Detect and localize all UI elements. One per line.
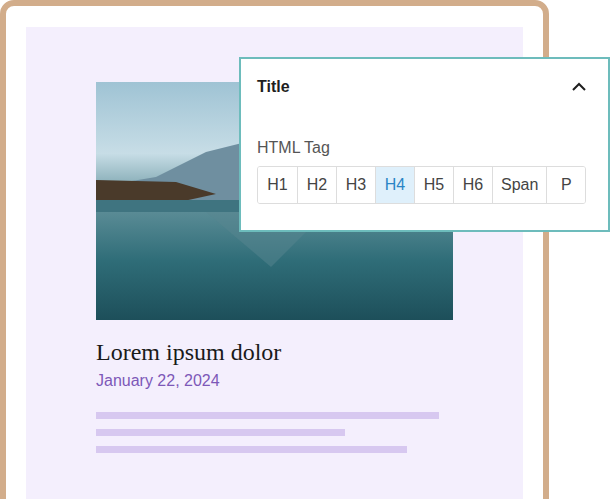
panel-title: Title	[257, 78, 290, 96]
tag-option[interactable]: H3	[336, 167, 375, 203]
tag-option[interactable]: H1	[258, 167, 297, 203]
settings-panel: Title HTML Tag H1H2H3H4H5H6SpanP	[239, 57, 610, 232]
post-title: Lorem ipsum dolor	[96, 337, 453, 367]
tag-button-group: H1H2H3H4H5H6SpanP	[257, 166, 586, 204]
panel-header[interactable]: Title	[257, 73, 588, 101]
excerpt-line	[96, 429, 345, 436]
post-excerpt	[96, 412, 453, 453]
tag-option[interactable]: P	[546, 167, 585, 203]
field-label: HTML Tag	[257, 139, 588, 157]
page: Lorem ipsum dolor January 22, 2024 Title HT…	[0, 0, 612, 499]
chevron-up-icon[interactable]	[570, 78, 588, 96]
tag-option[interactable]: H6	[453, 167, 492, 203]
tag-option[interactable]: Span	[492, 167, 546, 203]
post-date: January 22, 2024	[96, 371, 453, 391]
tag-option[interactable]: H2	[297, 167, 336, 203]
excerpt-line	[96, 412, 439, 419]
tag-option[interactable]: H5	[414, 167, 453, 203]
tag-option[interactable]: H4	[375, 167, 414, 203]
excerpt-line	[96, 446, 407, 453]
